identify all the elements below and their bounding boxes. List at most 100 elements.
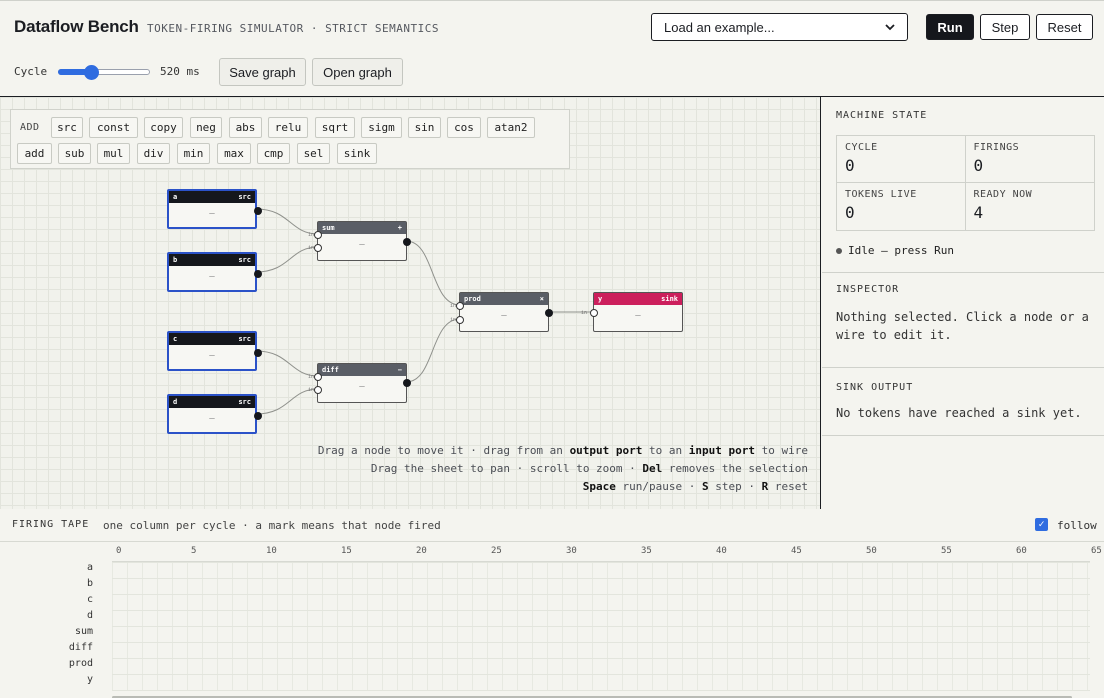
tape-row-label: d — [86, 610, 93, 621]
node-name: d — [173, 398, 178, 406]
node-value: — — [209, 272, 215, 282]
inspector-text: Nothing selected. Click a node or a wire… — [836, 310, 1089, 342]
tokens-stat: TOKENS LIVE 0 — [837, 183, 966, 230]
follow-checkbox[interactable]: ✓ — [1035, 518, 1048, 531]
node-diff[interactable]: diff − — — [314, 363, 411, 403]
input-port[interactable] — [314, 244, 322, 252]
node-d[interactable]: d src — — [167, 394, 262, 434]
cycle-slider-thumb[interactable] — [84, 65, 100, 80]
node-sum[interactable]: sum + — — [314, 221, 411, 261]
ready-stat: READY NOW 4 — [966, 183, 1095, 230]
tape-tick-label: 30 — [566, 546, 577, 556]
hint-line-1: Drag a node to move it · drag from an ou… — [317, 444, 808, 457]
node-kind: src — [238, 398, 251, 406]
app-subtitle: TOKEN-FIRING SIMULATOR · STRICT SEMANTIC… — [147, 22, 440, 35]
cycle-ms: 520 ms — [160, 65, 200, 78]
tape-row-label: a — [86, 562, 93, 573]
node-value: — — [359, 240, 365, 250]
output-port[interactable] — [254, 412, 262, 420]
inspector-heading: INSPECTOR — [836, 284, 900, 295]
node-name: c — [173, 335, 178, 343]
cycle-label: Cycle — [14, 65, 48, 78]
example-select[interactable]: Load an example... — [651, 13, 908, 41]
status-text: Idle — press Run — [848, 244, 954, 257]
firings-value: 0 — [973, 156, 984, 175]
reset-button[interactable]: Reset — [1036, 14, 1093, 40]
input-port[interactable] — [456, 316, 464, 324]
step-button[interactable]: Step — [980, 14, 1030, 40]
input-port[interactable] — [314, 231, 322, 239]
node-b[interactable]: b src — — [167, 252, 262, 292]
sink-output-heading: SINK OUTPUT — [836, 382, 914, 393]
tokens-value: 0 — [845, 203, 855, 222]
status-dot-icon — [836, 248, 842, 254]
node-a[interactable]: a src — — [167, 189, 262, 229]
divider — [822, 272, 1104, 273]
node-value: — — [209, 351, 215, 361]
node-c[interactable]: c src — — [167, 331, 262, 371]
open-graph-button[interactable]: Open graph — [312, 58, 403, 86]
node-value: — — [209, 209, 215, 219]
node-kind: sink — [661, 295, 678, 303]
status-line: Idle — press Run — [836, 244, 954, 257]
wire-c-diff — [255, 350, 319, 377]
tape-row-label: sum — [74, 626, 93, 637]
output-port[interactable] — [545, 309, 553, 317]
tape-row-label: b — [86, 578, 93, 589]
tape-tick-label: 0 — [116, 546, 122, 556]
node-name: prod — [464, 295, 481, 303]
run-button[interactable]: Run — [926, 14, 974, 40]
graph-canvas[interactable]: ADD src const copy neg abs relu sqrt sig… — [0, 97, 821, 509]
tape-tick-label: 10 — [266, 546, 277, 556]
node-value: — — [501, 311, 507, 321]
tape-tick-label: 60 — [1016, 546, 1027, 556]
tape-row-label: y — [86, 674, 93, 685]
hint-line-2: Drag the sheet to pan · scroll to zoom ·… — [370, 462, 808, 475]
output-port[interactable] — [254, 270, 262, 278]
divider — [822, 367, 1104, 368]
divider — [822, 435, 1104, 436]
node-value: — — [209, 414, 215, 424]
cycle-value: 0 — [845, 156, 855, 175]
input-port[interactable] — [456, 302, 464, 310]
tape-tick-label: 25 — [491, 546, 502, 556]
firings-stat: FIRINGS 0 — [965, 136, 1094, 183]
tape-tick-label: 40 — [716, 546, 727, 556]
output-port[interactable] — [254, 207, 262, 215]
input-port[interactable] — [314, 373, 322, 381]
wire-diff-prod — [405, 318, 461, 383]
cycle-slider[interactable] — [58, 65, 150, 80]
node-name: a — [173, 193, 178, 201]
node-kind: × — [539, 295, 544, 303]
firing-tape: FIRING TAPE one column per cycle · a mar… — [0, 510, 1104, 698]
divider — [0, 541, 1104, 542]
tape-row-label: c — [86, 594, 93, 605]
node-y[interactable]: y sink — — [590, 292, 683, 332]
node-kind: src — [238, 193, 251, 201]
top-bar: Dataflow Bench TOKEN-FIRING SIMULATOR · … — [0, 1, 1104, 97]
node-prod[interactable]: prod × — — [456, 292, 553, 332]
save-graph-button[interactable]: Save graph — [219, 58, 306, 86]
input-port[interactable] — [590, 309, 598, 317]
follow-label: follow — [1057, 519, 1097, 532]
node-name: diff — [322, 366, 339, 374]
svg-text:in: in — [581, 310, 587, 316]
node-name: b — [173, 256, 178, 264]
node-kind: − — [397, 366, 402, 374]
firing-tape-desc: one column per cycle · a mark means that… — [103, 519, 441, 532]
node-kind: src — [238, 256, 251, 264]
cycle-stat: CYCLE 0 — [837, 136, 966, 183]
output-port[interactable] — [403, 379, 411, 387]
tape-tick-label: 5 — [191, 546, 197, 556]
tape-row-label: prod — [68, 658, 93, 669]
node-kind: src — [238, 335, 251, 343]
machine-state-heading: MACHINE STATE — [836, 110, 928, 121]
tape-tick-label: 45 — [791, 546, 802, 556]
input-port[interactable] — [314, 386, 322, 394]
firing-tape-grid — [112, 561, 1090, 691]
output-port[interactable] — [254, 349, 262, 357]
output-port[interactable] — [403, 238, 411, 246]
node-name: y — [598, 295, 603, 303]
wire-sum-prod — [405, 240, 461, 306]
node-value: — — [359, 382, 365, 392]
